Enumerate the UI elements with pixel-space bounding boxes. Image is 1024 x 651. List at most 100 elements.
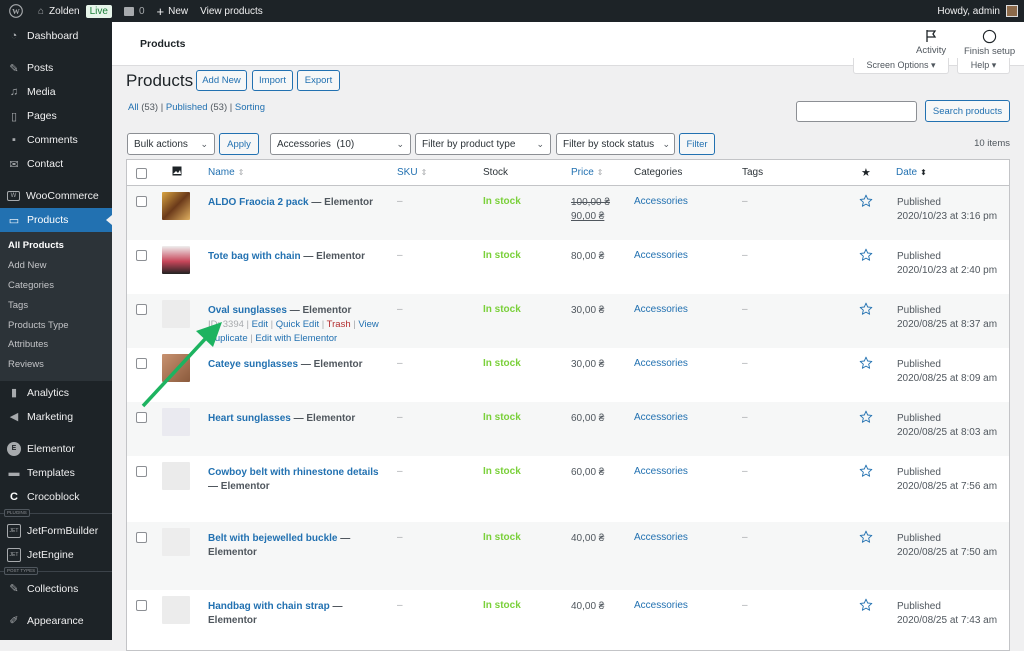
help-button[interactable]: Help ▾ — [957, 58, 1010, 74]
submenu-reviews[interactable]: Reviews — [0, 355, 112, 375]
site-name-link[interactable]: ⌂ Zolden Live — [32, 0, 118, 22]
submenu-all-products[interactable]: All Products — [0, 236, 112, 256]
sidebar-item-analytics[interactable]: ▮ Analytics — [0, 381, 112, 405]
apply-button[interactable]: Apply — [219, 133, 259, 155]
product-thumbnail[interactable] — [162, 300, 190, 328]
column-sku[interactable]: SKU ⇕ — [397, 167, 427, 178]
featured-star-icon[interactable] — [859, 356, 873, 373]
row-checkbox[interactable] — [136, 196, 147, 207]
product-name-link[interactable]: Oval sunglasses — [208, 305, 287, 316]
product-name-link[interactable]: Heart sunglasses — [208, 413, 291, 424]
screen-options-button[interactable]: Screen Options ▾ — [853, 58, 949, 74]
sidebar-item-media[interactable]: ♫ Media — [0, 80, 112, 104]
featured-star-icon[interactable] — [859, 598, 873, 615]
select-all-checkbox[interactable] — [136, 168, 147, 179]
submenu-products-type[interactable]: Products Type — [0, 315, 112, 335]
featured-star-icon[interactable] — [859, 194, 873, 211]
comments-link[interactable]: 0 — [118, 0, 151, 22]
column-price[interactable]: Price ⇕ — [571, 167, 604, 178]
category-link[interactable]: Accessories — [634, 358, 688, 369]
sidebar-item-pages[interactable]: ▯ Pages — [0, 104, 112, 128]
featured-star-icon[interactable] — [859, 530, 873, 547]
search-products-button[interactable]: Search products — [925, 100, 1010, 122]
category-link[interactable]: Accessories — [634, 532, 688, 543]
submenu-attributes[interactable]: Attributes — [0, 335, 112, 355]
view-all-link[interactable]: All (53) — [128, 102, 158, 113]
my-account-link[interactable]: Howdy, admin — [931, 0, 1024, 22]
sidebar-item-templates[interactable]: ▬ Templates — [0, 461, 112, 485]
product-thumbnail[interactable] — [162, 354, 190, 382]
trash-link[interactable]: Trash — [327, 319, 351, 330]
sidebar-item-contact[interactable]: ✉ Contact — [0, 152, 112, 176]
sidebar-item-elementor[interactable]: E Elementor — [0, 437, 112, 461]
add-new-button[interactable]: Add New — [196, 70, 247, 91]
product-thumbnail[interactable] — [162, 462, 190, 490]
submenu-categories[interactable]: Categories — [0, 276, 112, 296]
row-checkbox[interactable] — [136, 304, 147, 315]
category-link[interactable]: Accessories — [634, 466, 688, 477]
featured-star-icon[interactable] — [859, 248, 873, 265]
column-name[interactable]: Name ⇕ — [208, 167, 244, 178]
product-name-link[interactable]: Tote bag with chain — [208, 251, 301, 262]
stock-status-filter-select[interactable]: Filter by stock status ⌄ — [556, 133, 675, 155]
view-sorting-link[interactable]: Sorting — [235, 102, 265, 113]
import-button[interactable]: Import — [252, 70, 293, 91]
sidebar-item-jetengine[interactable]: JET JetEngine — [0, 543, 112, 567]
sidebar-item-woocommerce[interactable]: W WooCommerce — [0, 184, 112, 208]
sidebar-item-dashboard[interactable]: ◔ Dashboard — [0, 24, 112, 48]
sidebar-item-appearance[interactable]: ✐ Appearance — [0, 609, 112, 633]
column-date[interactable]: Date ⬍ — [896, 167, 927, 178]
product-name-link[interactable]: ALDO Fraocia 2 pack — [208, 197, 309, 208]
product-thumbnail[interactable] — [162, 192, 190, 220]
product-name-link[interactable]: Cateye sunglasses — [208, 359, 298, 370]
sidebar-item-crocoblock[interactable]: C Crocoblock — [0, 485, 112, 509]
category-link[interactable]: Accessories — [634, 250, 688, 261]
sidebar-item-marketing[interactable]: ◀ Marketing — [0, 405, 112, 429]
view-published-link[interactable]: Published (53) — [166, 102, 227, 113]
sidebar-item-jetformbuilder[interactable]: JET JetFormBuilder — [0, 519, 112, 543]
view-products-link[interactable]: View products — [194, 0, 269, 22]
row-checkbox[interactable] — [136, 358, 147, 369]
category-filter-select[interactable]: Accessories (10) ⌄ — [270, 133, 411, 155]
view-link[interactable]: View — [358, 319, 378, 330]
product-thumbnail[interactable] — [162, 408, 190, 436]
activity-button[interactable]: Activity — [916, 29, 946, 56]
quick-edit-link[interactable]: Quick Edit — [276, 319, 319, 330]
product-name-link[interactable]: Handbag with chain strap — [208, 601, 330, 612]
category-link[interactable]: Accessories — [634, 600, 688, 611]
search-input[interactable] — [796, 101, 917, 122]
wordpress-logo-icon[interactable]: W — [0, 0, 32, 22]
edit-with-elementor-link[interactable]: Edit with Elementor — [255, 333, 337, 344]
bulk-actions-select[interactable]: Bulk actions ⌄ — [127, 133, 215, 155]
product-thumbnail[interactable] — [162, 528, 190, 556]
export-button[interactable]: Export — [297, 70, 340, 91]
sidebar-item-collections[interactable]: ✎ Collections — [0, 577, 112, 601]
finish-setup-button[interactable]: Finish setup — [964, 29, 1015, 57]
duplicate-link[interactable]: Duplicate — [208, 333, 248, 344]
featured-star-icon[interactable] — [859, 464, 873, 481]
filter-button[interactable]: Filter — [679, 133, 715, 155]
submenu-tags[interactable]: Tags — [0, 295, 112, 315]
product-name-link[interactable]: Cowboy belt with rhinestone details — [208, 467, 379, 478]
new-content-link[interactable]: + New — [151, 0, 195, 22]
row-checkbox[interactable] — [136, 600, 147, 611]
row-checkbox[interactable] — [136, 466, 147, 477]
product-name-link[interactable]: Belt with bejewelled buckle — [208, 533, 337, 544]
sidebar-item-products[interactable]: ▭ Products — [0, 208, 112, 232]
featured-star-icon[interactable] — [859, 410, 873, 427]
row-checkbox[interactable] — [136, 532, 147, 543]
sidebar-item-comments[interactable]: ▪ Comments — [0, 128, 112, 152]
row-checkbox[interactable] — [136, 412, 147, 423]
submenu-add-new[interactable]: Add New — [0, 256, 112, 276]
product-date: Published 2020/10/23 at 2:40 pm — [897, 250, 997, 278]
category-link[interactable]: Accessories — [634, 304, 688, 315]
sidebar-item-posts[interactable]: ✎ Posts — [0, 56, 112, 80]
featured-star-icon[interactable] — [859, 302, 873, 319]
product-thumbnail[interactable] — [162, 246, 190, 274]
row-checkbox[interactable] — [136, 250, 147, 261]
category-link[interactable]: Accessories — [634, 196, 688, 207]
edit-link[interactable]: Edit — [252, 319, 268, 330]
product-type-filter-select[interactable]: Filter by product type ⌄ — [415, 133, 551, 155]
product-thumbnail[interactable] — [162, 596, 190, 624]
category-link[interactable]: Accessories — [634, 412, 688, 423]
